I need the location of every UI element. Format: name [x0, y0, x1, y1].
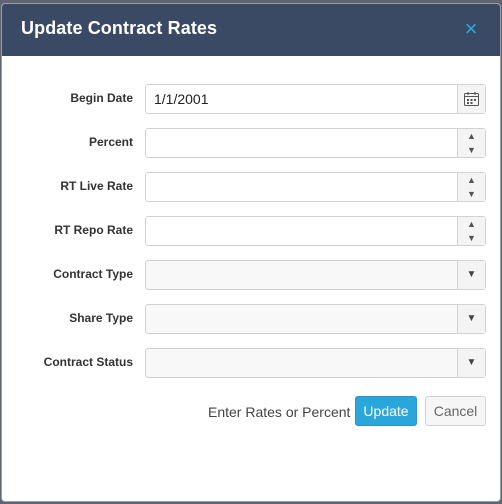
share-type-dropdown-button[interactable]: ▼ — [457, 305, 485, 333]
rt-repo-rate-input[interactable]: ▲ ▼ — [145, 216, 486, 246]
calendar-icon — [464, 92, 479, 106]
chevron-down-icon: ▼ — [466, 357, 477, 368]
rt-live-rate-label: RT Live Rate — [60, 179, 133, 193]
percent-input[interactable]: ▲ ▼ — [145, 128, 486, 158]
dialog-title: Update Contract Rates — [21, 18, 218, 38]
contract-status-row: Contract Status ▼ — [2, 348, 500, 378]
calendar-button[interactable] — [457, 85, 485, 113]
update-button[interactable]: Update — [355, 396, 417, 426]
rt-repo-rate-spinner: ▲ ▼ — [457, 217, 485, 245]
rt-repo-rate-label: RT Repo Rate — [54, 223, 133, 237]
contract-status-dropdown-button[interactable]: ▼ — [457, 349, 485, 377]
percent-row: Percent ▲ ▼ — [2, 128, 500, 158]
dialog-titlebar: Update Contract Rates × — [2, 4, 500, 56]
contract-type-row: Contract Type ▼ — [2, 260, 500, 290]
close-icon[interactable]: × — [460, 16, 482, 42]
percent-increment-icon[interactable]: ▲ — [458, 129, 485, 143]
contract-type-label: Contract Type — [53, 267, 133, 281]
rt-live-rate-row: RT Live Rate ▲ ▼ — [2, 172, 500, 202]
rt-live-rate-decrement-icon[interactable]: ▼ — [458, 187, 485, 201]
footer-message: Enter Rates or Percent — [208, 404, 351, 420]
share-type-select[interactable]: ▼ — [145, 304, 486, 334]
rt-live-rate-increment-icon[interactable]: ▲ — [458, 173, 485, 187]
begin-date-value[interactable]: 1/1/2001 — [154, 85, 209, 113]
percent-decrement-icon[interactable]: ▼ — [458, 143, 485, 157]
rt-live-rate-spinner: ▲ ▼ — [457, 173, 485, 201]
update-contract-rates-dialog: Update Contract Rates × Begin Date 1/1/2… — [1, 3, 501, 502]
cancel-button[interactable]: Cancel — [425, 396, 486, 426]
share-type-row: Share Type ▼ — [2, 304, 500, 334]
percent-spinner: ▲ ▼ — [457, 129, 485, 157]
begin-date-label: Begin Date — [70, 91, 133, 105]
rt-repo-rate-decrement-icon[interactable]: ▼ — [458, 231, 485, 245]
rt-repo-rate-row: RT Repo Rate ▲ ▼ — [2, 216, 500, 246]
begin-date-row: Begin Date 1/1/2001 — [2, 84, 500, 114]
contract-type-select[interactable]: ▼ — [145, 260, 486, 290]
contract-status-label: Contract Status — [43, 355, 133, 369]
contract-type-dropdown-button[interactable]: ▼ — [457, 261, 485, 289]
begin-date-field[interactable]: 1/1/2001 — [145, 84, 486, 114]
share-type-label: Share Type — [69, 311, 133, 325]
contract-status-select[interactable]: ▼ — [145, 348, 486, 378]
percent-label: Percent — [88, 135, 133, 149]
chevron-down-icon: ▼ — [466, 269, 477, 280]
rt-live-rate-input[interactable]: ▲ ▼ — [145, 172, 486, 202]
rt-repo-rate-increment-icon[interactable]: ▲ — [458, 217, 485, 231]
chevron-down-icon: ▼ — [466, 313, 477, 324]
